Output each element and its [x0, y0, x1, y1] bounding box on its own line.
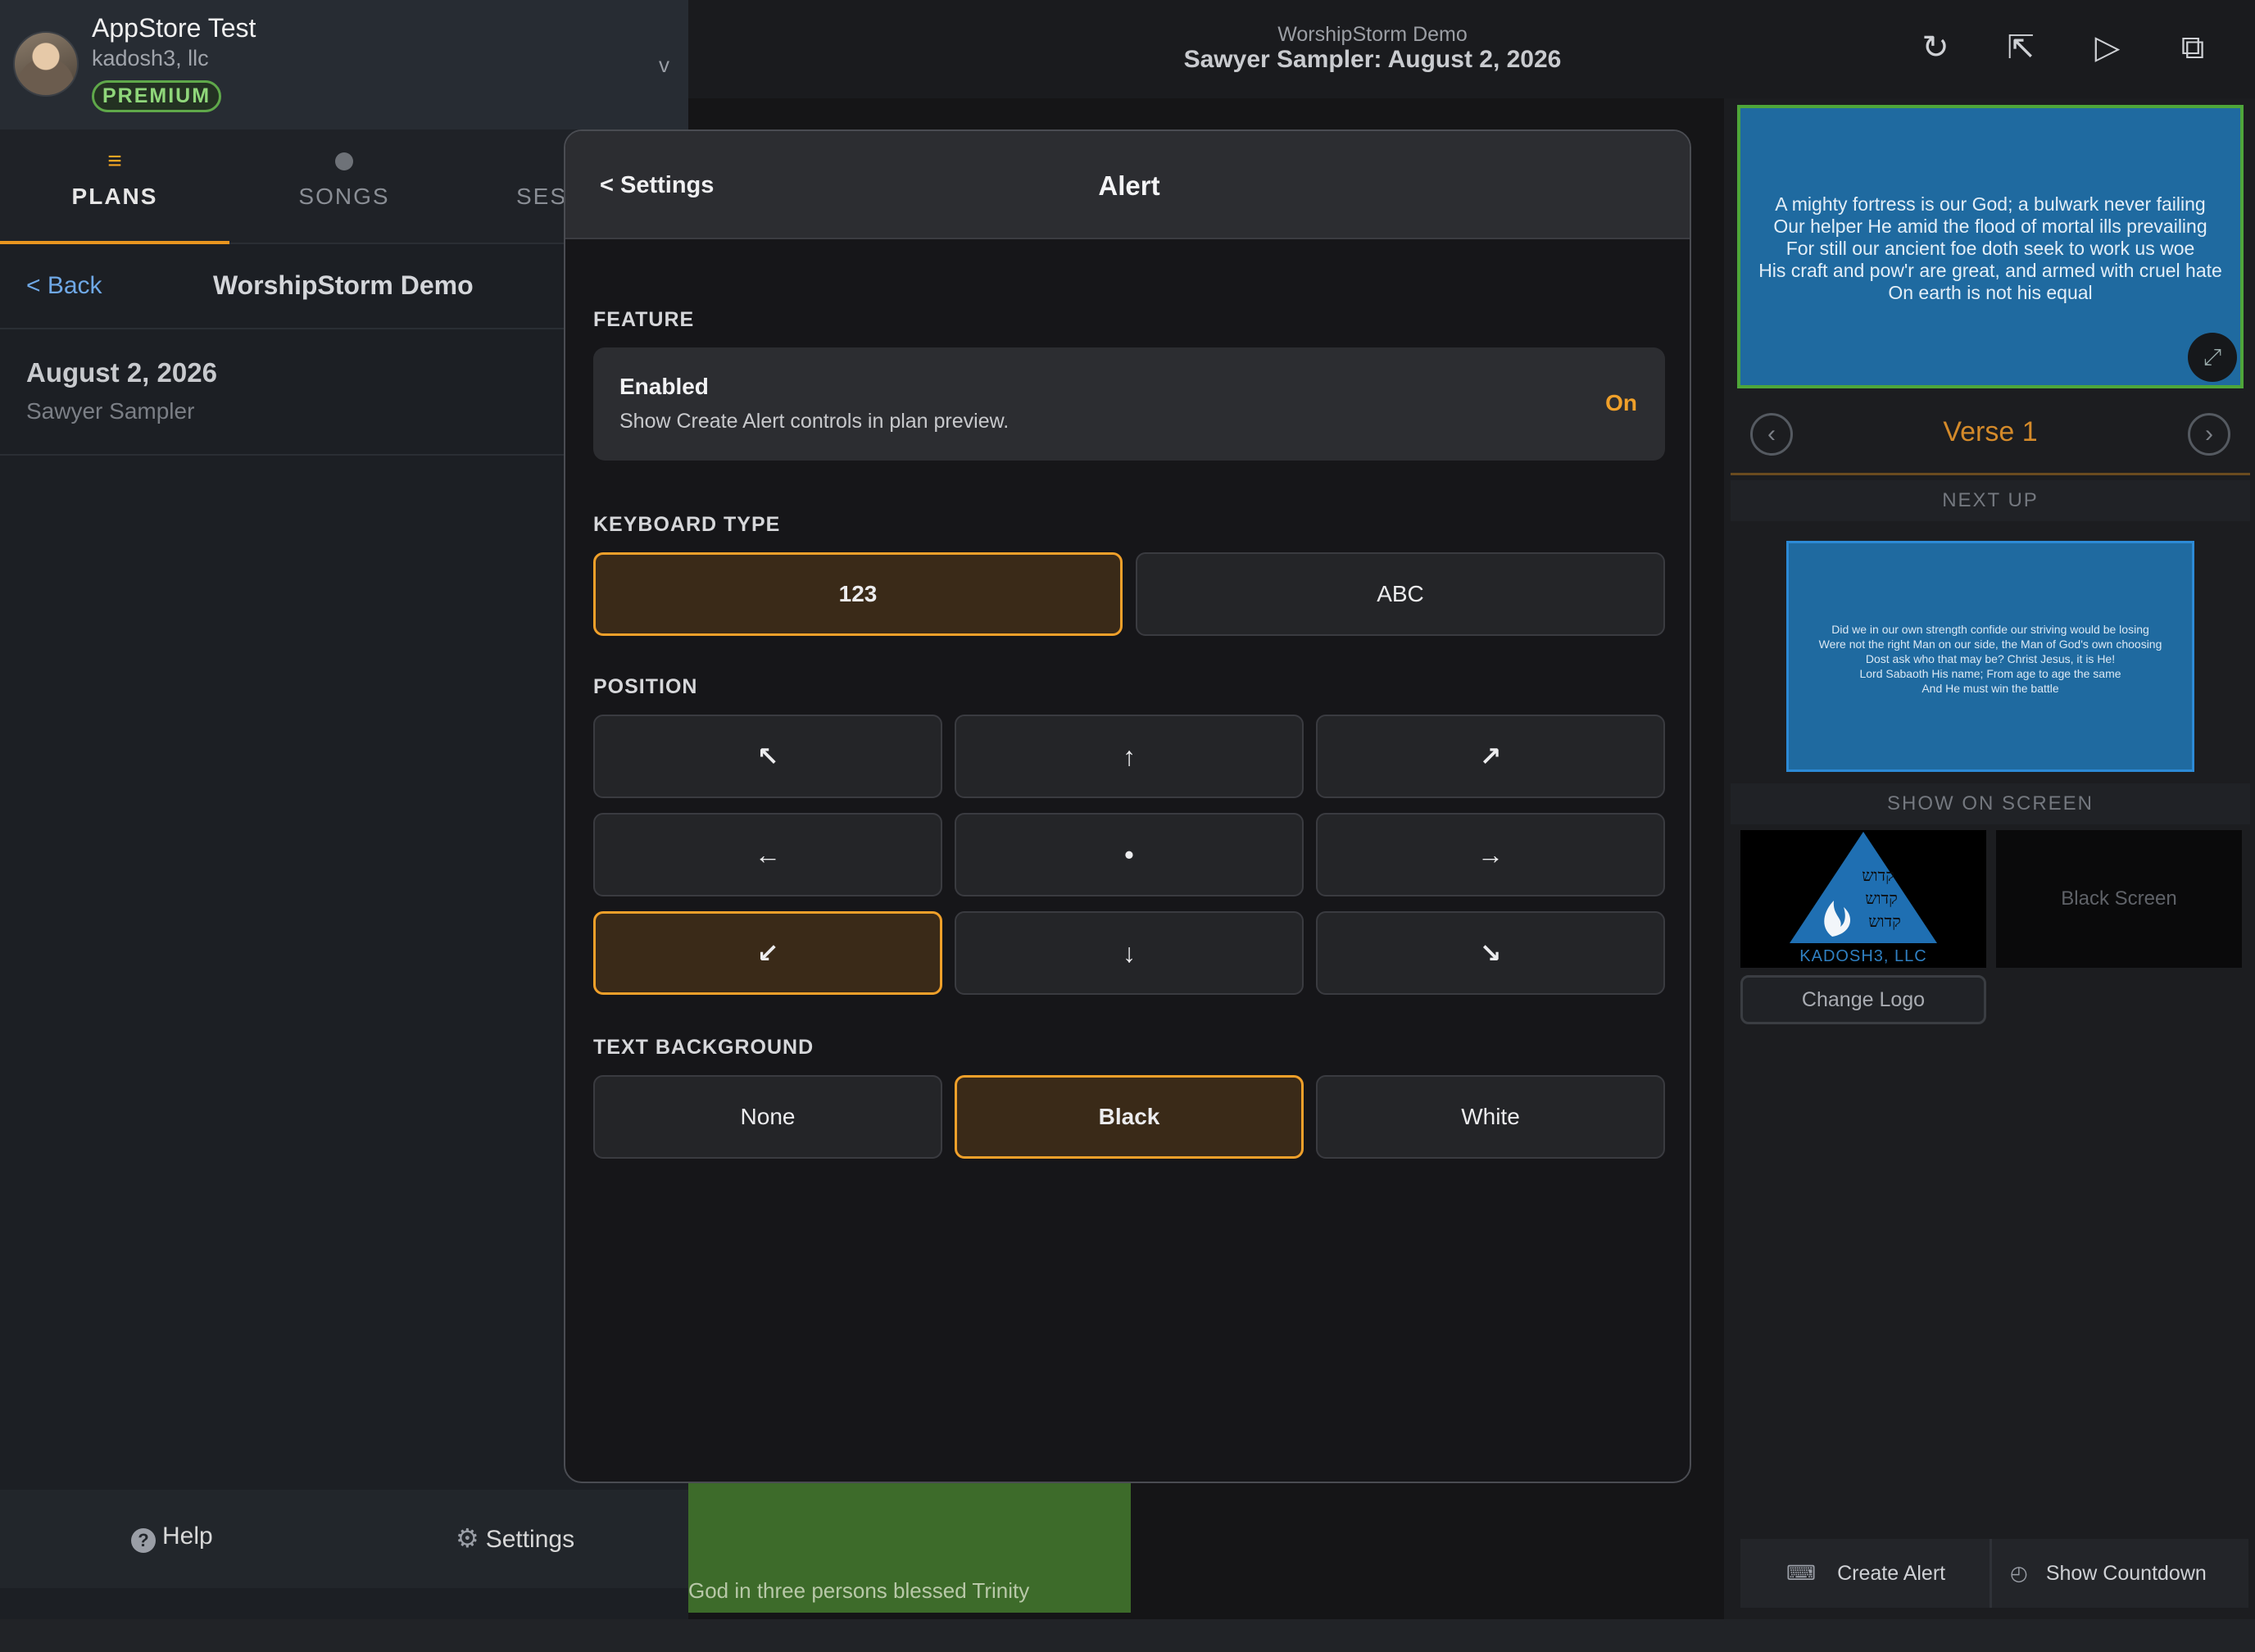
feature-toggle-row[interactable]: Enabled Show Create Alert controls in pl… [593, 347, 1665, 461]
tab-plans-label: PLANS [71, 184, 158, 209]
feature-name: Enabled [619, 374, 709, 399]
menu-icon: ≡ [107, 148, 122, 175]
position-section-label: POSITION [593, 675, 698, 698]
modal-header: Alert < Settings [565, 131, 1690, 239]
next-line: Lord Sabaoth His name; From age to age t… [1859, 667, 2121, 680]
logo-hebrew-2: קדוש [1865, 888, 1898, 908]
logo-hebrew-1: קדוש [1862, 865, 1894, 885]
sidebar-footer: ? Help ⚙ Settings [0, 1490, 688, 1588]
text-background-black[interactable]: Black [955, 1075, 1304, 1159]
preview-lyrics: A mighty fortress is our God; a bulwark … [1740, 193, 2240, 304]
create-alert-button[interactable]: ⌨ Create Alert [1786, 1539, 1945, 1608]
song-slide-text: God in three persons blessed Trinity [688, 1578, 1030, 1603]
settings-back-button[interactable]: < Settings [600, 172, 714, 199]
preview-line: Our helper He amid the flood of mortal i… [1773, 216, 2207, 237]
tab-songs-label: SONGS [298, 184, 390, 209]
black-screen-tile[interactable]: Black Screen [1996, 830, 2242, 968]
position-center[interactable]: • [955, 813, 1304, 896]
show-on-screen-header: SHOW ON SCREEN [1731, 783, 2250, 824]
account-org: kadosh3, llc [92, 46, 209, 70]
settings-button[interactable]: ⚙ Settings [456, 1523, 574, 1554]
account-header[interactable]: AppStore Test kadosh3, llc PREMIUM v [0, 0, 688, 129]
clock-icon: ◴ [2010, 1562, 2028, 1585]
feature-description: Show Create Alert controls in plan previ… [619, 410, 1010, 433]
logo-tile[interactable]: קדוש קדוש קדוש KADOSH3, LLC [1740, 830, 1986, 968]
help-button[interactable]: ? Help [131, 1523, 213, 1553]
top-header: WorshipStorm Demo Sawyer Sampler: August… [688, 0, 2255, 98]
next-up-header: NEXT UP [1731, 480, 2250, 521]
plan-date: August 2, 2026 [26, 357, 217, 388]
tab-songs[interactable]: SONGS [229, 129, 459, 244]
keyboard-option-123[interactable]: 123 [593, 552, 1123, 636]
verse-navigator: ‹ Verse 1 › [1731, 400, 2250, 475]
next-line: Did we in our own strength confide our s… [1831, 623, 2149, 636]
help-label: Help [162, 1523, 213, 1550]
header-title: Sawyer Sampler: August 2, 2026 [1183, 46, 1562, 73]
verse-label: Verse 1 [1943, 416, 2038, 447]
play-icon[interactable]: ▷ [2085, 25, 2130, 70]
show-countdown-label: Show Countdown [2045, 1562, 2207, 1585]
preview-line: For still our ancient foe doth seek to w… [1785, 238, 2195, 259]
gear-icon: ⚙ [456, 1523, 479, 1553]
avatar [13, 31, 79, 97]
refresh-icon[interactable]: ↻ [1912, 25, 1958, 70]
next-up-thumbnail[interactable]: Did we in our own strength confide our s… [1786, 541, 2194, 772]
preview-line: A mighty fortress is our God; a bulwark … [1775, 193, 2206, 215]
position-bottom-left[interactable]: ↙ [593, 911, 942, 995]
back-button[interactable]: < Back [26, 272, 102, 300]
alert-action-bar: ⌨ Create Alert ◴ Show Countdown [1740, 1539, 2248, 1608]
feature-state[interactable]: On [1605, 390, 1637, 416]
text-background-section-label: TEXT BACKGROUND [593, 1036, 814, 1059]
logo-hebrew-3: קדוש [1868, 911, 1901, 931]
change-logo-button[interactable]: Change Logo [1740, 975, 1986, 1024]
position-middle-left[interactable]: ← [593, 813, 942, 896]
feature-section-label: FEATURE [593, 308, 695, 331]
help-icon: ? [131, 1528, 156, 1553]
screen-icon[interactable]: ⧉ [2170, 25, 2216, 70]
settings-label: Settings [485, 1526, 575, 1553]
next-line: And He must win the battle [1922, 682, 2059, 695]
logo-caption: KADOSH3, LLC [1799, 947, 1927, 965]
bottom-bar [0, 1619, 2255, 1652]
position-middle-right[interactable]: → [1316, 813, 1665, 896]
songs-dot-icon [229, 148, 459, 177]
position-top-center[interactable]: ↑ [955, 715, 1304, 798]
preview-line: On earth is not his equal [1888, 282, 2093, 303]
text-background-none[interactable]: None [593, 1075, 942, 1159]
header-subtitle: WorshipStorm Demo [1277, 23, 1468, 46]
expand-icon[interactable]: ⤢ [2188, 333, 2237, 382]
export-icon[interactable]: ⇱ [1998, 25, 2044, 70]
tab-plans[interactable]: ≡ PLANS [0, 129, 229, 244]
chevron-down-icon[interactable]: v [659, 52, 669, 78]
show-countdown-button[interactable]: ◴ Show Countdown [1990, 1539, 2207, 1608]
chevron-right-icon[interactable]: › [2188, 413, 2230, 456]
text-background-white[interactable]: White [1316, 1075, 1665, 1159]
premium-badge: PREMIUM [92, 80, 222, 112]
alert-settings-modal: Alert < Settings FEATURE Enabled Show Cr… [564, 129, 1691, 1483]
plan-name: Sawyer Sampler [26, 398, 195, 424]
account-name: AppStore Test [92, 13, 256, 43]
keyboard-section-label: KEYBOARD TYPE [593, 513, 781, 536]
create-alert-label: Create Alert [1837, 1562, 1946, 1585]
keyboard-icon: ⌨ [1786, 1562, 1817, 1585]
plan-group-title: WorshipStorm Demo [213, 270, 474, 300]
next-up-lyrics: Did we in our own strength confide our s… [1789, 622, 2192, 696]
position-bottom-center[interactable]: ↓ [955, 911, 1304, 995]
next-line: Were not the right Man on our side, the … [1818, 638, 2162, 651]
position-top-left[interactable]: ↖ [593, 715, 942, 798]
keyboard-option-abc[interactable]: ABC [1136, 552, 1665, 636]
live-preview[interactable]: A mighty fortress is our God; a bulwark … [1737, 105, 2244, 388]
next-line: Dost ask who that may be? Christ Jesus, … [1865, 652, 2116, 665]
position-bottom-right[interactable]: ↘ [1316, 911, 1665, 995]
modal-title: Alert [1098, 170, 1160, 201]
position-top-right[interactable]: ↗ [1316, 715, 1665, 798]
preview-line: His craft and pow'r are great, and armed… [1758, 260, 2222, 281]
